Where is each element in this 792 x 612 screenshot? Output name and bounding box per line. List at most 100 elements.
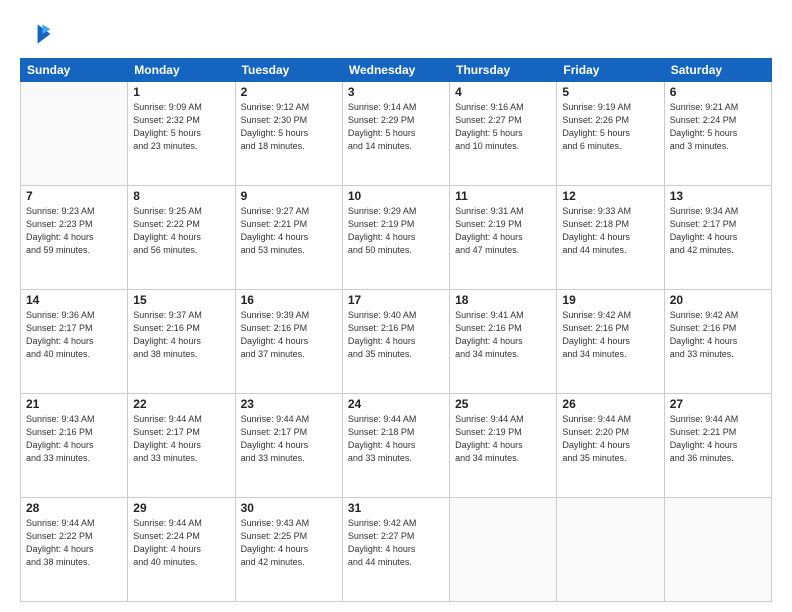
- calendar-cell: 28 Sunrise: 9:44 AM Sunset: 2:22 PM Dayli…: [21, 498, 128, 602]
- page: SundayMondayTuesdayWednesdayThursdayFrid…: [0, 0, 792, 612]
- calendar-cell: 24 Sunrise: 9:44 AM Sunset: 2:18 PM Dayli…: [342, 394, 449, 498]
- weekday-header-thursday: Thursday: [450, 59, 557, 82]
- calendar-header: SundayMondayTuesdayWednesdayThursdayFrid…: [21, 59, 772, 82]
- day-info: Sunrise: 9:36 AM Sunset: 2:17 PM Dayligh…: [26, 309, 122, 361]
- calendar-cell: 25Sunrise: 9:44 AM Sunset: 2:19 PM Dayli…: [450, 394, 557, 498]
- calendar-cell: [21, 82, 128, 186]
- day-number: 22: [133, 397, 229, 411]
- day-number: 2: [241, 85, 337, 99]
- day-number: 30: [241, 501, 337, 515]
- day-number: 17: [348, 293, 444, 307]
- day-number: 14: [26, 293, 122, 307]
- day-info: Sunrise: 9:31 AM Sunset: 2:19 PM Dayligh…: [455, 205, 551, 257]
- day-number: 28: [26, 501, 122, 515]
- day-info: Sunrise: 9:09 AM Sunset: 2:32 PM Dayligh…: [133, 101, 229, 153]
- day-number: 8: [133, 189, 229, 203]
- calendar-cell: [557, 498, 664, 602]
- calendar-cell: 31 Sunrise: 9:42 AM Sunset: 2:27 PM Dayli…: [342, 498, 449, 602]
- calendar-cell: 11Sunrise: 9:31 AM Sunset: 2:19 PM Dayli…: [450, 186, 557, 290]
- day-info: Sunrise: 9:16 AM Sunset: 2:27 PM Dayligh…: [455, 101, 551, 153]
- calendar-week-4: 21 Sunrise: 9:43 AM Sunset: 2:16 PM Dayli…: [21, 394, 772, 498]
- day-info: Sunrise: 9:33 AM Sunset: 2:18 PM Dayligh…: [562, 205, 658, 257]
- weekday-header-friday: Friday: [557, 59, 664, 82]
- calendar-cell: 30 Sunrise: 9:43 AM Sunset: 2:25 PM Dayli…: [235, 498, 342, 602]
- calendar-cell: 27 Sunrise: 9:44 AM Sunset: 2:21 PM Dayli…: [664, 394, 771, 498]
- calendar-week-1: 1 Sunrise: 9:09 AM Sunset: 2:32 PM Daylig…: [21, 82, 772, 186]
- day-number: 5: [562, 85, 658, 99]
- day-info: Sunrise: 9:29 AM Sunset: 2:19 PM Dayligh…: [348, 205, 444, 257]
- calendar-cell: [450, 498, 557, 602]
- day-number: 12: [562, 189, 658, 203]
- calendar-cell: 20Sunrise: 9:42 AM Sunset: 2:16 PM Dayli…: [664, 290, 771, 394]
- day-info: Sunrise: 9:40 AM Sunset: 2:16 PM Dayligh…: [348, 309, 444, 361]
- calendar-week-3: 14 Sunrise: 9:36 AM Sunset: 2:17 PM Dayli…: [21, 290, 772, 394]
- day-info: Sunrise: 9:44 AM Sunset: 2:18 PM Dayligh…: [348, 413, 444, 465]
- calendar-cell: 15 Sunrise: 9:37 AM Sunset: 2:16 PM Dayli…: [128, 290, 235, 394]
- calendar-cell: 7Sunrise: 9:23 AM Sunset: 2:23 PM Daylig…: [21, 186, 128, 290]
- weekday-header-saturday: Saturday: [664, 59, 771, 82]
- day-number: 16: [241, 293, 337, 307]
- day-number: 3: [348, 85, 444, 99]
- calendar: SundayMondayTuesdayWednesdayThursdayFrid…: [20, 58, 772, 602]
- day-number: 19: [562, 293, 658, 307]
- weekday-row: SundayMondayTuesdayWednesdayThursdayFrid…: [21, 59, 772, 82]
- day-number: 10: [348, 189, 444, 203]
- day-number: 4: [455, 85, 551, 99]
- calendar-cell: 21 Sunrise: 9:43 AM Sunset: 2:16 PM Dayli…: [21, 394, 128, 498]
- day-number: 21: [26, 397, 122, 411]
- calendar-body: 1 Sunrise: 9:09 AM Sunset: 2:32 PM Daylig…: [21, 82, 772, 602]
- weekday-header-monday: Monday: [128, 59, 235, 82]
- calendar-cell: 3 Sunrise: 9:14 AM Sunset: 2:29 PM Daylig…: [342, 82, 449, 186]
- calendar-cell: 29 Sunrise: 9:44 AM Sunset: 2:24 PM Dayli…: [128, 498, 235, 602]
- day-number: 7: [26, 189, 122, 203]
- calendar-cell: 18 Sunrise: 9:41 AM Sunset: 2:16 PM Dayli…: [450, 290, 557, 394]
- day-info: Sunrise: 9:44 AM Sunset: 2:20 PM Dayligh…: [562, 413, 658, 465]
- day-info: Sunrise: 9:42 AM Sunset: 2:16 PM Dayligh…: [562, 309, 658, 361]
- day-info: Sunrise: 9:21 AM Sunset: 2:24 PM Dayligh…: [670, 101, 766, 153]
- header: [20, 18, 772, 50]
- day-number: 26: [562, 397, 658, 411]
- day-number: 18: [455, 293, 551, 307]
- day-info: Sunrise: 9:41 AM Sunset: 2:16 PM Dayligh…: [455, 309, 551, 361]
- day-number: 15: [133, 293, 229, 307]
- calendar-cell: 17 Sunrise: 9:40 AM Sunset: 2:16 PM Dayli…: [342, 290, 449, 394]
- day-info: Sunrise: 9:44 AM Sunset: 2:22 PM Dayligh…: [26, 517, 122, 569]
- day-info: Sunrise: 9:39 AM Sunset: 2:16 PM Dayligh…: [241, 309, 337, 361]
- day-info: Sunrise: 9:14 AM Sunset: 2:29 PM Dayligh…: [348, 101, 444, 153]
- calendar-week-2: 7Sunrise: 9:23 AM Sunset: 2:23 PM Daylig…: [21, 186, 772, 290]
- calendar-cell: 1 Sunrise: 9:09 AM Sunset: 2:32 PM Daylig…: [128, 82, 235, 186]
- day-number: 31: [348, 501, 444, 515]
- day-info: Sunrise: 9:42 AM Sunset: 2:16 PM Dayligh…: [670, 309, 766, 361]
- day-info: Sunrise: 9:43 AM Sunset: 2:16 PM Dayligh…: [26, 413, 122, 465]
- calendar-cell: 4 Sunrise: 9:16 AM Sunset: 2:27 PM Daylig…: [450, 82, 557, 186]
- day-number: 24: [348, 397, 444, 411]
- day-number: 29: [133, 501, 229, 515]
- calendar-week-5: 28 Sunrise: 9:44 AM Sunset: 2:22 PM Dayli…: [21, 498, 772, 602]
- day-info: Sunrise: 9:27 AM Sunset: 2:21 PM Dayligh…: [241, 205, 337, 257]
- calendar-cell: 14 Sunrise: 9:36 AM Sunset: 2:17 PM Dayli…: [21, 290, 128, 394]
- calendar-cell: 6Sunrise: 9:21 AM Sunset: 2:24 PM Daylig…: [664, 82, 771, 186]
- calendar-cell: 22 Sunrise: 9:44 AM Sunset: 2:17 PM Dayli…: [128, 394, 235, 498]
- day-info: Sunrise: 9:37 AM Sunset: 2:16 PM Dayligh…: [133, 309, 229, 361]
- weekday-header-tuesday: Tuesday: [235, 59, 342, 82]
- day-number: 1: [133, 85, 229, 99]
- day-info: Sunrise: 9:19 AM Sunset: 2:26 PM Dayligh…: [562, 101, 658, 153]
- day-info: Sunrise: 9:43 AM Sunset: 2:25 PM Dayligh…: [241, 517, 337, 569]
- logo: [20, 18, 58, 50]
- day-info: Sunrise: 9:25 AM Sunset: 2:22 PM Dayligh…: [133, 205, 229, 257]
- day-info: Sunrise: 9:44 AM Sunset: 2:19 PM Dayligh…: [455, 413, 551, 465]
- day-number: 9: [241, 189, 337, 203]
- day-number: 27: [670, 397, 766, 411]
- day-info: Sunrise: 9:44 AM Sunset: 2:17 PM Dayligh…: [133, 413, 229, 465]
- day-info: Sunrise: 9:44 AM Sunset: 2:24 PM Dayligh…: [133, 517, 229, 569]
- calendar-cell: 16 Sunrise: 9:39 AM Sunset: 2:16 PM Dayli…: [235, 290, 342, 394]
- day-info: Sunrise: 9:42 AM Sunset: 2:27 PM Dayligh…: [348, 517, 444, 569]
- weekday-header-sunday: Sunday: [21, 59, 128, 82]
- calendar-cell: [664, 498, 771, 602]
- day-info: Sunrise: 9:34 AM Sunset: 2:17 PM Dayligh…: [670, 205, 766, 257]
- day-info: Sunrise: 9:44 AM Sunset: 2:17 PM Dayligh…: [241, 413, 337, 465]
- day-info: Sunrise: 9:44 AM Sunset: 2:21 PM Dayligh…: [670, 413, 766, 465]
- day-info: Sunrise: 9:12 AM Sunset: 2:30 PM Dayligh…: [241, 101, 337, 153]
- calendar-cell: 9 Sunrise: 9:27 AM Sunset: 2:21 PM Daylig…: [235, 186, 342, 290]
- calendar-cell: 5 Sunrise: 9:19 AM Sunset: 2:26 PM Daylig…: [557, 82, 664, 186]
